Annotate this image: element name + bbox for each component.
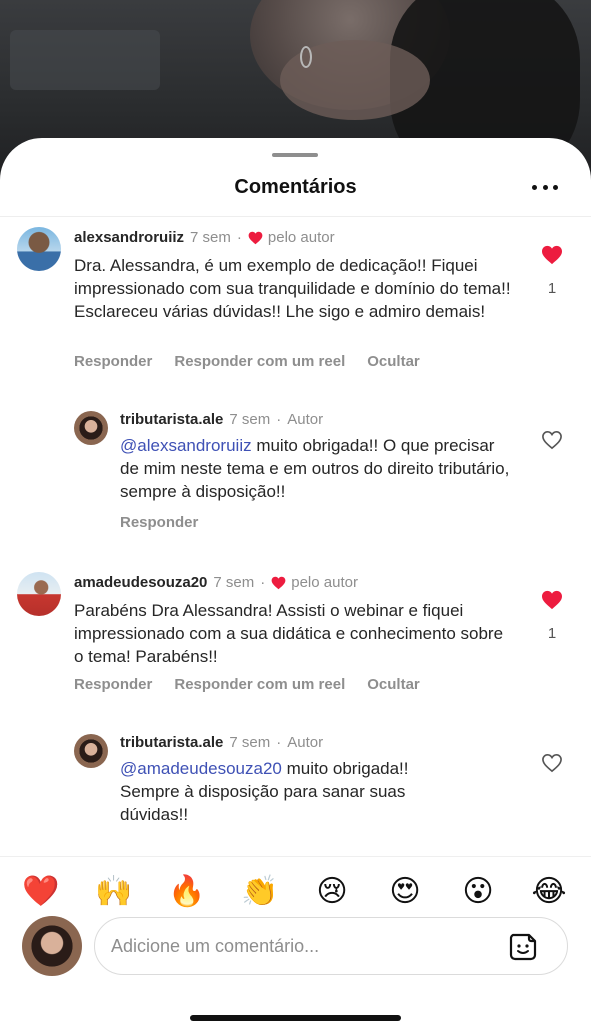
- comments-sheet: Comentários alexsandroruiiz 7 sem · pelo…: [0, 138, 591, 1034]
- author-tag: Autor: [287, 734, 324, 751]
- current-user-avatar: [22, 916, 82, 976]
- separator-dot: ·: [276, 411, 282, 428]
- comment-text: Parabéns Dra Alessandra! Assisti o webin…: [74, 601, 504, 666]
- mention-link[interactable]: @alexsandroruiiz: [120, 436, 252, 455]
- comment-username[interactable]: amadeudesouza20: [74, 574, 207, 591]
- separator-dot: ·: [260, 574, 266, 591]
- sticker-icon[interactable]: [507, 931, 539, 963]
- avatar[interactable]: [17, 572, 61, 616]
- reply-button[interactable]: Responder: [120, 514, 198, 531]
- avatar[interactable]: [17, 227, 61, 271]
- comment-text: Dra. Alessandra, é um exemplo de dedicaç…: [74, 256, 511, 321]
- comment-time: 7 sem: [213, 574, 255, 591]
- separator-dot: ·: [236, 229, 242, 246]
- reply-with-reel-button[interactable]: Responder com um reel: [174, 353, 345, 370]
- reply-text: @alexsandroruiiz muito obrigada!! O que …: [120, 434, 515, 503]
- heart-outline-icon[interactable]: [541, 753, 563, 773]
- hide-button[interactable]: Ocultar: [367, 676, 420, 693]
- reaction-crying[interactable]: 😢: [314, 875, 350, 909]
- comment-time: 7 sem: [190, 229, 231, 246]
- avatar[interactable]: [74, 411, 108, 445]
- reply-with-reel-button[interactable]: Responder com um reel: [174, 676, 345, 693]
- heart-filled-icon[interactable]: [541, 245, 563, 265]
- heart-icon: [271, 576, 286, 589]
- reply-time: 7 sem: [229, 411, 271, 428]
- comment-username[interactable]: alexsandroruiiz: [74, 229, 184, 246]
- mention-link[interactable]: @amadeudesouza20: [120, 759, 282, 778]
- separator-dot: ·: [276, 734, 282, 751]
- author-tag: Autor: [287, 411, 324, 428]
- hide-button[interactable]: Ocultar: [367, 353, 420, 370]
- liked-by-author-label: pelo autor: [291, 574, 358, 591]
- reply-time: 7 sem: [229, 734, 271, 751]
- reaction-laughing[interactable]: 😂: [531, 875, 567, 909]
- more-options-icon[interactable]: [532, 184, 558, 190]
- comment-composer: [94, 917, 568, 975]
- like-count: 1: [547, 280, 557, 297]
- like-column: [537, 430, 567, 455]
- title-divider: [0, 216, 591, 217]
- reply-button[interactable]: Responder: [74, 676, 152, 693]
- reply-text: @amadeudesouza20 muito obrigada!! Sempre…: [120, 757, 460, 826]
- reaction-raised-hands[interactable]: 🙌: [95, 875, 132, 909]
- comment-input[interactable]: [111, 918, 491, 974]
- heart-filled-icon[interactable]: [541, 590, 563, 610]
- reply-username[interactable]: tributarista.ale: [120, 411, 223, 428]
- like-column: 1: [537, 245, 567, 297]
- reaction-heart[interactable]: ❤️: [22, 875, 59, 909]
- heart-icon: [248, 231, 263, 244]
- background-shelf: [10, 30, 160, 90]
- reaction-clap[interactable]: 👏: [241, 875, 278, 909]
- reply-username[interactable]: tributarista.ale: [120, 734, 223, 751]
- sheet-title: Comentários: [234, 176, 357, 198]
- heart-outline-icon[interactable]: [541, 430, 563, 450]
- reaction-fire[interactable]: 🔥: [168, 875, 205, 909]
- like-column: [537, 753, 567, 778]
- like-count: 1: [547, 625, 557, 642]
- reaction-surprised[interactable]: 😮: [460, 875, 496, 909]
- reaction-heart-eyes[interactable]: 😍: [387, 875, 423, 909]
- like-column: 1: [537, 590, 567, 642]
- liked-by-author-label: pelo autor: [267, 229, 335, 246]
- reply-button[interactable]: Responder: [74, 353, 152, 370]
- sheet-drag-handle[interactable]: [272, 153, 318, 157]
- home-indicator[interactable]: [190, 1015, 401, 1021]
- quick-reactions-bar: ❤️ 🙌 🔥 👏 😢 😍 😮 😂: [0, 856, 591, 909]
- background-ring: [300, 46, 312, 68]
- avatar[interactable]: [74, 734, 108, 768]
